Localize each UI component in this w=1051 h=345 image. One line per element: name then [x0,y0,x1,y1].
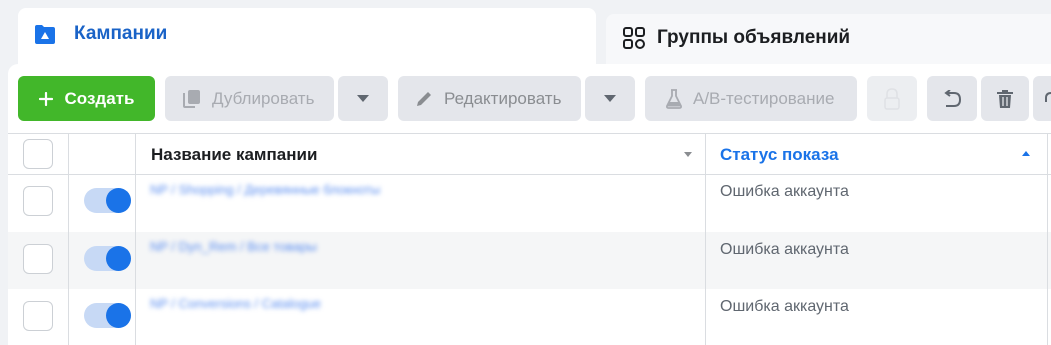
column-header-status[interactable]: Статус показа [720,145,839,165]
create-button-label: Создать [64,88,135,108]
campaign-toggle[interactable] [84,188,131,213]
create-button[interactable]: Создать [18,76,155,121]
more-icon [1045,91,1051,102]
tab-ad-groups-label: Группы объявлений [657,27,851,48]
undo-button[interactable] [927,76,977,121]
caret-down-icon [357,94,369,102]
pencil-icon [417,91,431,106]
delivery-status: Ошибка аккаунта [720,241,849,258]
campaign-name[interactable]: NP / Conversions / Catalogue [150,296,321,311]
row-checkbox[interactable] [23,301,53,331]
tab-campaigns-label: Кампании [74,23,168,44]
edit-button[interactable]: Редактировать [398,76,581,121]
lock-button[interactable] [867,76,917,121]
select-all-checkbox[interactable] [23,139,53,169]
ab-test-button[interactable]: A/B-тестирование [645,76,857,121]
more-button[interactable] [1033,76,1051,121]
plus-icon [38,91,53,106]
edit-button-label: Редактировать [444,88,562,108]
delete-button[interactable] [981,76,1029,121]
undo-icon [944,89,962,107]
lock-icon [884,87,900,110]
trash-icon [997,89,1013,108]
flask-icon [666,88,682,109]
duplicate-button[interactable]: Дублировать [165,76,334,121]
row-checkbox[interactable] [23,186,53,216]
grid-icon [623,27,645,49]
campaign-name[interactable]: NP / Dyn_Rem / Все товары [150,239,317,254]
delivery-status: Ошибка аккаунта [720,298,849,315]
column-divider [705,133,706,345]
edit-dropdown-button[interactable] [585,76,635,121]
tab-ad-groups[interactable]: Группы объявлений [606,14,1051,64]
sort-up-icon[interactable] [1022,151,1030,156]
duplicate-button-label: Дублировать [212,88,315,108]
column-divider [68,133,69,345]
caret-down-icon [604,94,616,102]
duplicate-dropdown-button[interactable] [338,76,388,121]
campaign-toggle[interactable] [84,246,131,271]
duplicate-icon [183,89,200,108]
tab-campaigns[interactable]: Кампании [18,8,596,68]
delivery-status: Ошибка аккаунта [720,183,849,200]
column-divider [135,133,136,345]
column-header-name[interactable]: Название кампании [151,145,317,165]
sort-down-icon[interactable] [684,152,692,157]
folder-icon [35,25,55,44]
campaign-name[interactable]: NP / Shopping / Деревянные блокноты [150,182,380,197]
ab-test-button-label: A/B-тестирование [693,88,835,108]
column-divider [1047,133,1048,345]
row-checkbox[interactable] [23,244,53,274]
campaign-toggle[interactable] [84,303,131,328]
